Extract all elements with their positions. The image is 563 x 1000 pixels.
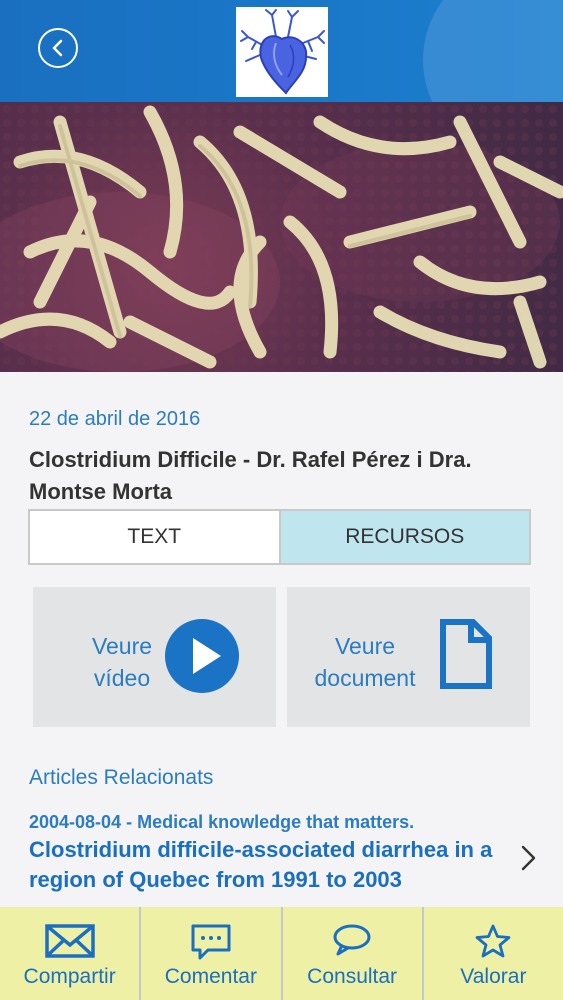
view-document-button[interactable]: Veure document <box>287 587 530 727</box>
watch-video-button[interactable]: Veure vídeo <box>33 587 276 727</box>
share-label: Compartir <box>23 965 116 988</box>
comment-button[interactable]: Comentar <box>141 907 281 1000</box>
related-articles-heading: Articles Relacionats <box>29 766 214 789</box>
consult-button[interactable]: Consultar <box>282 907 422 1000</box>
watch-video-line2: vídeo <box>93 665 151 691</box>
star-icon <box>475 924 511 958</box>
document-icon <box>440 619 492 689</box>
view-document-line2: document <box>314 665 416 691</box>
rate-button[interactable]: Valorar <box>423 907 563 1000</box>
view-document-label: Veure document <box>295 630 435 694</box>
bottom-action-bar: Compartir Comentar Consultar Valorar <box>0 907 563 1000</box>
chevron-right-icon[interactable] <box>520 844 538 872</box>
article-hero-image <box>0 102 563 372</box>
chevron-left-icon <box>52 39 63 57</box>
tab-bar: TEXT RECURSOS <box>28 509 531 565</box>
article-title: Clostridium Difficile - Dr. Rafel Pérez … <box>29 447 472 504</box>
app-logo <box>236 7 328 97</box>
rate-label: Valorar <box>460 965 527 988</box>
article-date: 22 de abril de 2016 <box>29 408 201 430</box>
view-document-line1: Veure <box>334 633 396 659</box>
consult-label: Consultar <box>307 965 398 988</box>
related-article-title[interactable]: Clostridium difficile-associated diarrhe… <box>29 835 499 895</box>
article-content: 22 de abril de 2016 Clostridium Difficil… <box>0 372 563 907</box>
tab-text[interactable]: TEXT <box>28 509 281 565</box>
bacteria-photo <box>0 102 563 372</box>
watch-video-line1: Veure <box>91 633 153 659</box>
heart-anatomy-icon <box>240 9 325 95</box>
comment-label: Comentar <box>164 965 257 988</box>
envelope-icon <box>44 924 95 958</box>
back-button[interactable] <box>38 28 78 68</box>
app-header <box>0 0 563 102</box>
watch-video-label: Veure vídeo <box>67 630 177 694</box>
comment-icon <box>191 924 231 960</box>
header-decoration <box>423 0 563 102</box>
related-article-meta: 2004-08-04 - Medical knowledge that matt… <box>29 812 415 832</box>
play-icon <box>165 619 239 693</box>
chat-bubble-icon <box>333 924 371 956</box>
share-button[interactable]: Compartir <box>0 907 140 1000</box>
tab-recursos[interactable]: RECURSOS <box>280 509 531 565</box>
